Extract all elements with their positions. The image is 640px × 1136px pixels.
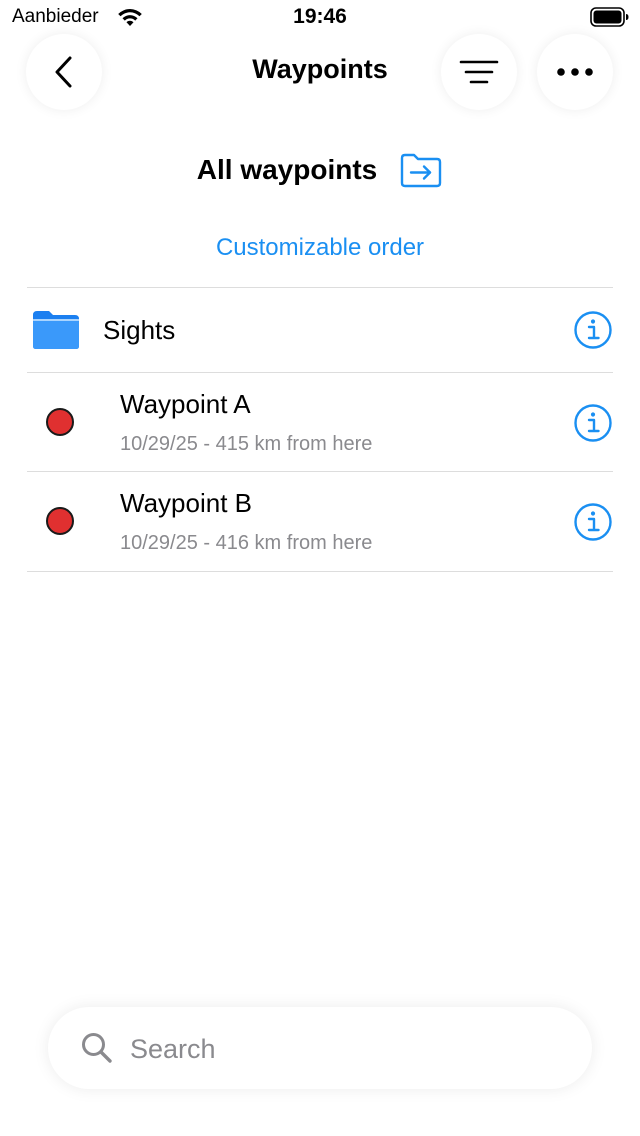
sort-lines-icon <box>459 60 499 84</box>
waypoint-name: Waypoint A <box>120 389 251 419</box>
waypoint-subtitle: 10/29/25 - 416 km from here <box>120 532 373 554</box>
waypoint-row[interactable]: Waypoint B 10/29/25 - 416 km from here <box>27 472 613 571</box>
divider <box>27 571 613 572</box>
ellipsis-icon <box>557 68 593 76</box>
info-icon[interactable] <box>573 502 613 542</box>
folder-name: Sights <box>103 315 176 345</box>
move-to-folder-icon[interactable] <box>399 152 443 188</box>
waypoint-marker-icon <box>46 408 74 436</box>
info-icon[interactable] <box>573 403 613 443</box>
more-button[interactable] <box>537 34 613 110</box>
info-icon[interactable] <box>573 310 613 350</box>
page-title: Waypoints <box>252 54 388 84</box>
search-input[interactable] <box>128 1027 552 1071</box>
chevron-left-icon <box>55 56 72 88</box>
battery-icon <box>590 7 629 27</box>
sort-button[interactable] <box>441 34 517 110</box>
waypoint-row[interactable]: Waypoint A 10/29/25 - 415 km from here <box>27 373 613 472</box>
folder-row-sights[interactable]: Sights <box>27 288 613 372</box>
waypoint-marker-icon <box>46 507 74 535</box>
waypoints-screen: Aanbieder 19:46 Waypoints All waypoints … <box>0 0 640 1136</box>
folder-header: All waypoints <box>0 150 640 190</box>
folder-header-title: All waypoints <box>196 154 378 185</box>
waypoint-subtitle: 10/29/25 - 415 km from here <box>120 433 373 455</box>
clock: 19:46 <box>293 5 347 28</box>
status-bar: Aanbieder 19:46 <box>0 0 640 36</box>
search-bar[interactable] <box>48 1007 592 1089</box>
sort-order-link[interactable]: Customizable order <box>0 234 640 262</box>
search-icon <box>82 1033 112 1063</box>
folder-icon <box>33 311 79 349</box>
waypoint-name: Waypoint B <box>120 488 252 518</box>
back-button[interactable] <box>26 34 102 110</box>
